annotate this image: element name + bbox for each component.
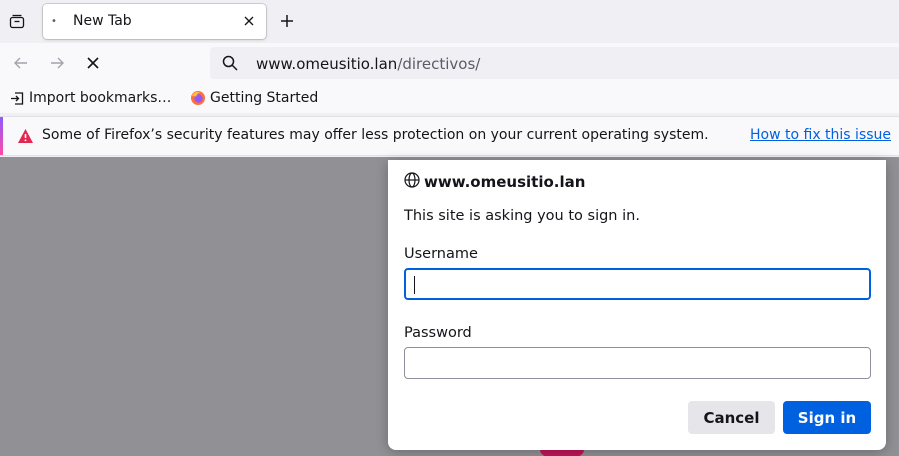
tab-list-icon[interactable]: [4, 8, 30, 34]
text-cursor: [414, 276, 415, 294]
tab-loading-icon: •: [51, 16, 57, 27]
warning-icon: [17, 128, 34, 148]
back-button[interactable]: [7, 49, 35, 77]
sign-in-button[interactable]: Sign in: [783, 401, 871, 434]
username-label: Username: [404, 246, 478, 262]
stop-icon: [87, 57, 99, 69]
plus-icon: [281, 15, 293, 27]
forward-button[interactable]: [43, 49, 71, 77]
close-icon[interactable]: [240, 12, 258, 30]
stop-button[interactable]: [79, 49, 107, 77]
dialog-header: www.omeusitio.lan: [404, 172, 585, 192]
bookmark-label: Import bookmarks…: [29, 90, 172, 106]
search-icon: [222, 55, 238, 75]
new-tab-button[interactable]: [274, 8, 300, 34]
globe-icon: [404, 172, 420, 192]
url-path: /directivos/: [397, 55, 481, 73]
notification-message: Some of Firefox’s security features may …: [42, 127, 709, 143]
dialog-site: www.omeusitio.lan: [424, 173, 586, 191]
bookmark-import[interactable]: Import bookmarks…: [9, 88, 171, 108]
password-field[interactable]: [404, 347, 871, 379]
navigation-bar: www.omeusitio.lan/directivos/: [0, 43, 899, 83]
tab-strip: • New Tab: [0, 0, 899, 43]
tab-new-tab[interactable]: • New Tab: [43, 4, 266, 39]
firefox-icon: [190, 90, 206, 106]
auth-dialog: www.omeusitio.lan This site is asking yo…: [388, 160, 886, 450]
dialog-message: This site is asking you to sign in.: [404, 208, 640, 224]
back-arrow-icon: [14, 57, 27, 69]
forward-arrow-icon: [51, 57, 64, 69]
bookmarks-toolbar: Import bookmarks… Getting Started: [0, 83, 899, 113]
cancel-button[interactable]: Cancel: [688, 401, 775, 434]
security-notification-bar: Some of Firefox’s security features may …: [0, 116, 899, 156]
url-text: www.omeusitio.lan/directivos/: [256, 55, 480, 73]
fix-issue-link[interactable]: How to fix this issue: [750, 127, 891, 143]
password-label: Password: [404, 325, 472, 341]
import-icon: [9, 90, 25, 106]
tab-title: New Tab: [73, 13, 132, 29]
notification-accent: [0, 117, 3, 155]
bookmark-getting-started[interactable]: Getting Started: [190, 88, 318, 108]
url-bar[interactable]: www.omeusitio.lan/directivos/: [210, 47, 899, 79]
username-field[interactable]: [404, 268, 871, 300]
url-host: www.omeusitio.lan: [256, 55, 398, 73]
bookmark-label: Getting Started: [210, 90, 319, 106]
